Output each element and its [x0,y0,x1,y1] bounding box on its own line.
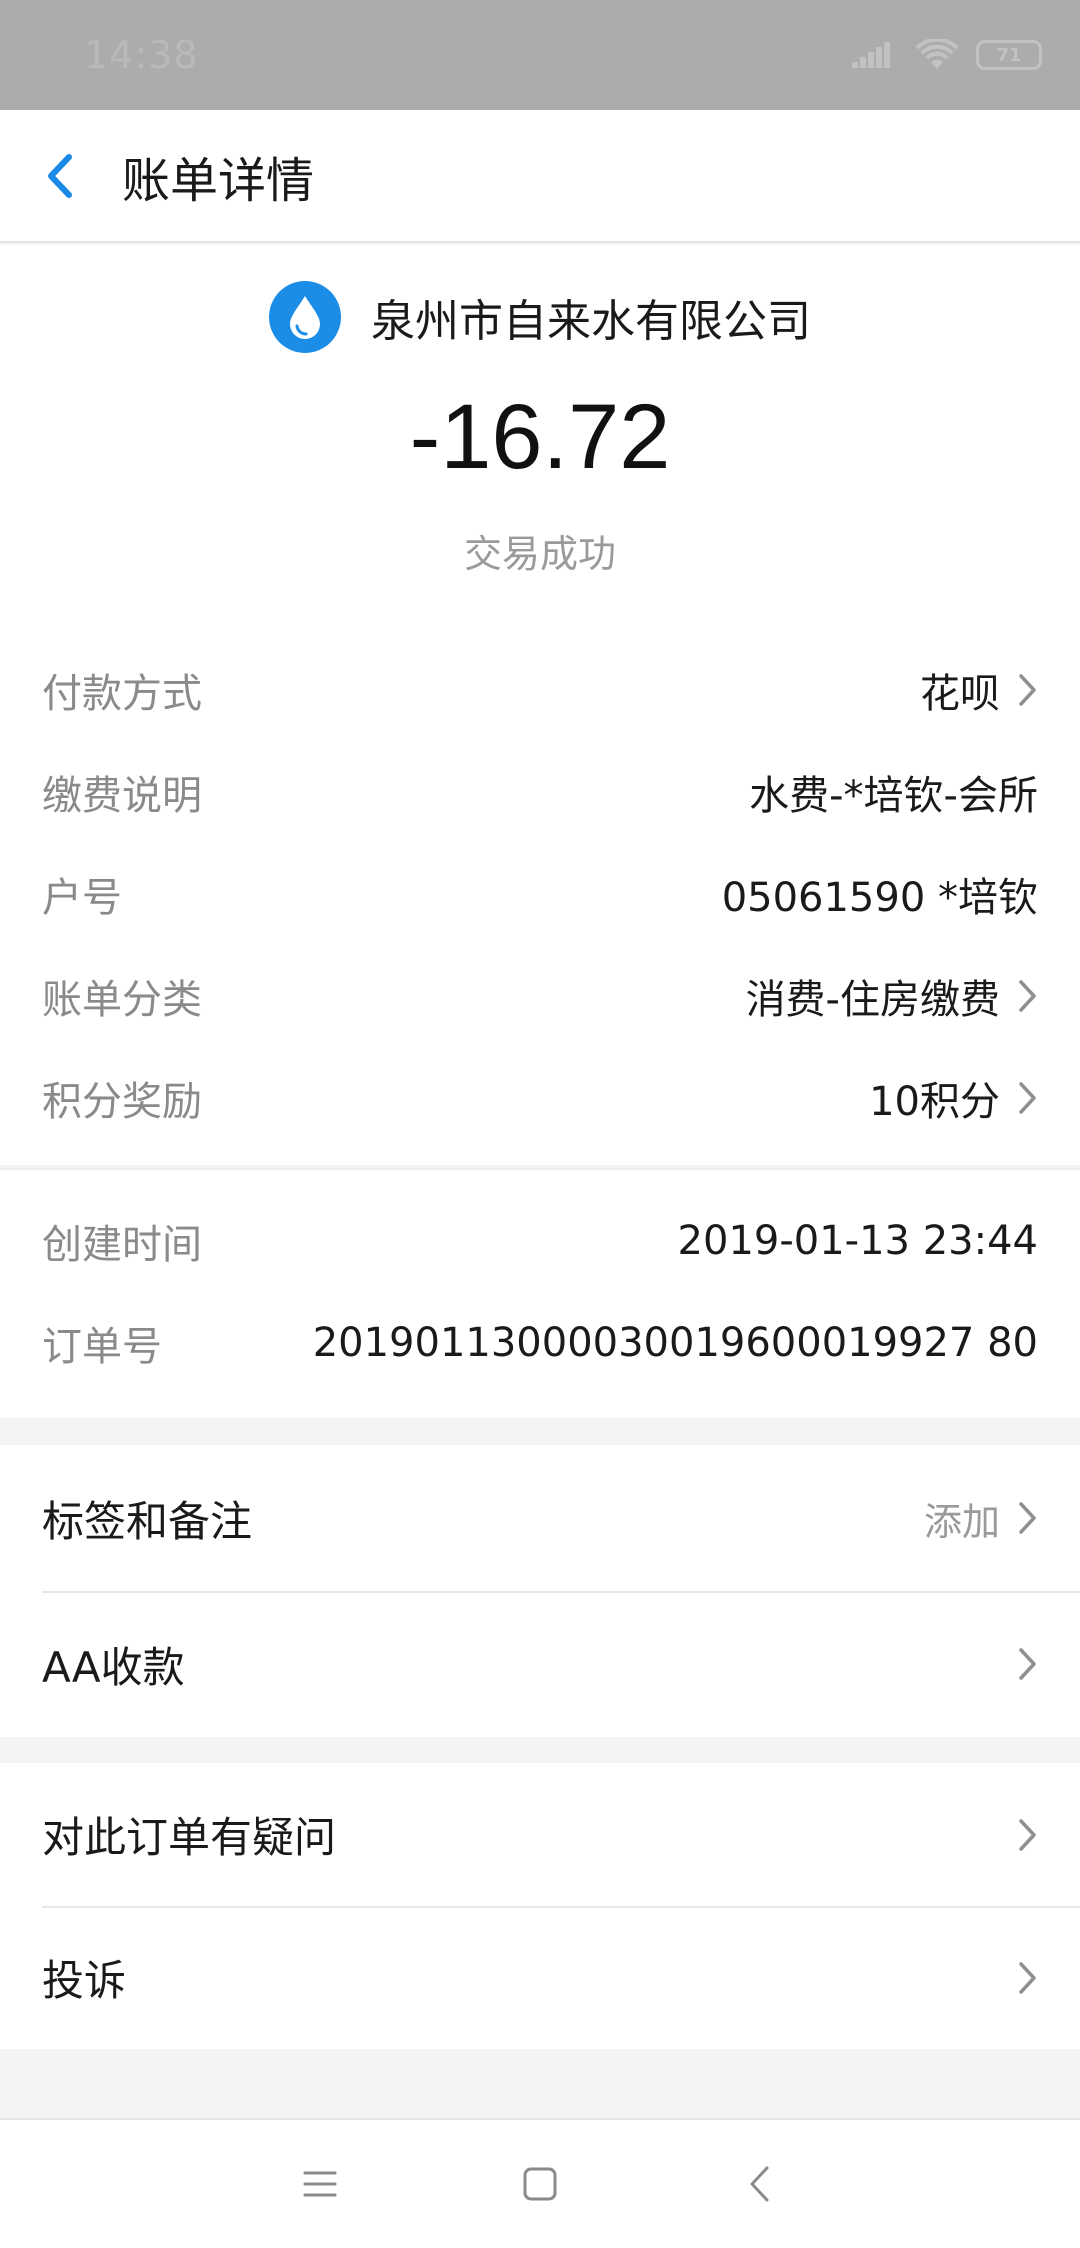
detail-row-account-number: 户号 05061590 *培钦 [0,843,1080,945]
chevron-right-icon [1019,980,1036,1012]
menu-button[interactable] [285,2149,355,2219]
status-time: 14:38 [84,33,199,77]
signal-icon [852,42,890,68]
menu-icon [303,2171,337,2197]
chevron-right-icon [1019,674,1036,706]
detail-label: 户号 [42,875,122,921]
detail-label: 订单号 [42,1324,162,1370]
chevron-right-icon [1019,1961,1036,1994]
battery-level: 71 [996,44,1022,66]
water-drop-icon [269,281,341,353]
merchant: 泉州市自来水有限公司 [0,281,1080,353]
system-nav-bar [0,2118,1080,2248]
nav-bar: 账单详情 [0,110,1080,243]
page-title: 账单详情 [122,152,315,209]
aa-collect-row[interactable]: AA收款 [0,1591,1080,1737]
detail-row-created-time: 创建时间 2019-01-13 23:44 [0,1190,1080,1292]
chevron-right-icon [1019,1818,1036,1851]
action-label: 标签和备注 [42,1496,253,1546]
action-label: 对此订单有疑问 [42,1813,337,1862]
system-back-button[interactable] [725,2149,795,2219]
detail-value: 2019-01-13 23:44 [677,1218,1038,1264]
detail-value: 花呗 [920,671,1000,717]
detail-row-category[interactable]: 账单分类 消费-住房缴费 [0,945,1080,1047]
detail-label: 积分奖励 [42,1079,202,1125]
back-arrow-icon [48,153,72,198]
tags-notes-row[interactable]: 标签和备注 添加 [0,1445,1080,1591]
chevron-right-icon [1019,1502,1036,1534]
home-square-icon [523,2167,557,2201]
divider [0,1168,1080,1170]
bill-summary: 泉州市自来水有限公司 -16.72 交易成功 付款方式 花呗 缴费说明 水费-*… [0,245,1080,1165]
detail-value: 水费-*培钦-会所 [749,773,1038,819]
back-triangle-icon [750,2166,769,2202]
detail-row-order-number: 订单号 20190113000030019600019927 80 [0,1292,1080,1394]
chevron-right-icon [1019,1082,1036,1114]
detail-label: 账单分类 [42,977,202,1023]
wifi-icon [916,39,958,69]
detail-row-points[interactable]: 积分奖励 10积分 [0,1047,1080,1149]
status-bar: 14:38 71 [0,0,1080,110]
transaction-status: 交易成功 [463,532,616,576]
detail-value: 05061590 *培钦 [721,875,1038,921]
merchant-name: 泉州市自来水有限公司 [371,296,811,347]
home-button[interactable] [505,2149,575,2219]
detail-label: 缴费说明 [42,773,202,819]
add-hint: 添加 [923,1499,1000,1544]
detail-value: 10积分 [869,1079,1000,1125]
detail-value: 20190113000030019600019927 80 [312,1320,1038,1366]
detail-value: 消费-住房缴费 [745,977,1000,1023]
chevron-right-icon [1019,1648,1036,1680]
detail-row-payment-method[interactable]: 付款方式 花呗 [0,639,1080,741]
amount: -16.72 [409,386,671,488]
action-label: AA收款 [42,1642,185,1692]
complaint-row[interactable]: 投诉 [0,1906,1080,2049]
detail-label: 付款方式 [42,671,202,717]
battery-icon: 71 [976,40,1042,70]
actions-section-b: 对此订单有疑问 投诉 [0,1763,1080,2049]
detail-row-description: 缴费说明 水费-*培钦-会所 [0,741,1080,843]
detail-label: 创建时间 [42,1222,202,1268]
action-label: 投诉 [42,1956,127,2005]
back-button[interactable] [0,109,120,242]
actions-section-a: 标签和备注 添加 AA收款 [0,1445,1080,1737]
order-question-row[interactable]: 对此订单有疑问 [0,1763,1080,1906]
order-meta: 创建时间 2019-01-13 23:44 订单号 20190113000030… [0,1168,1080,1418]
